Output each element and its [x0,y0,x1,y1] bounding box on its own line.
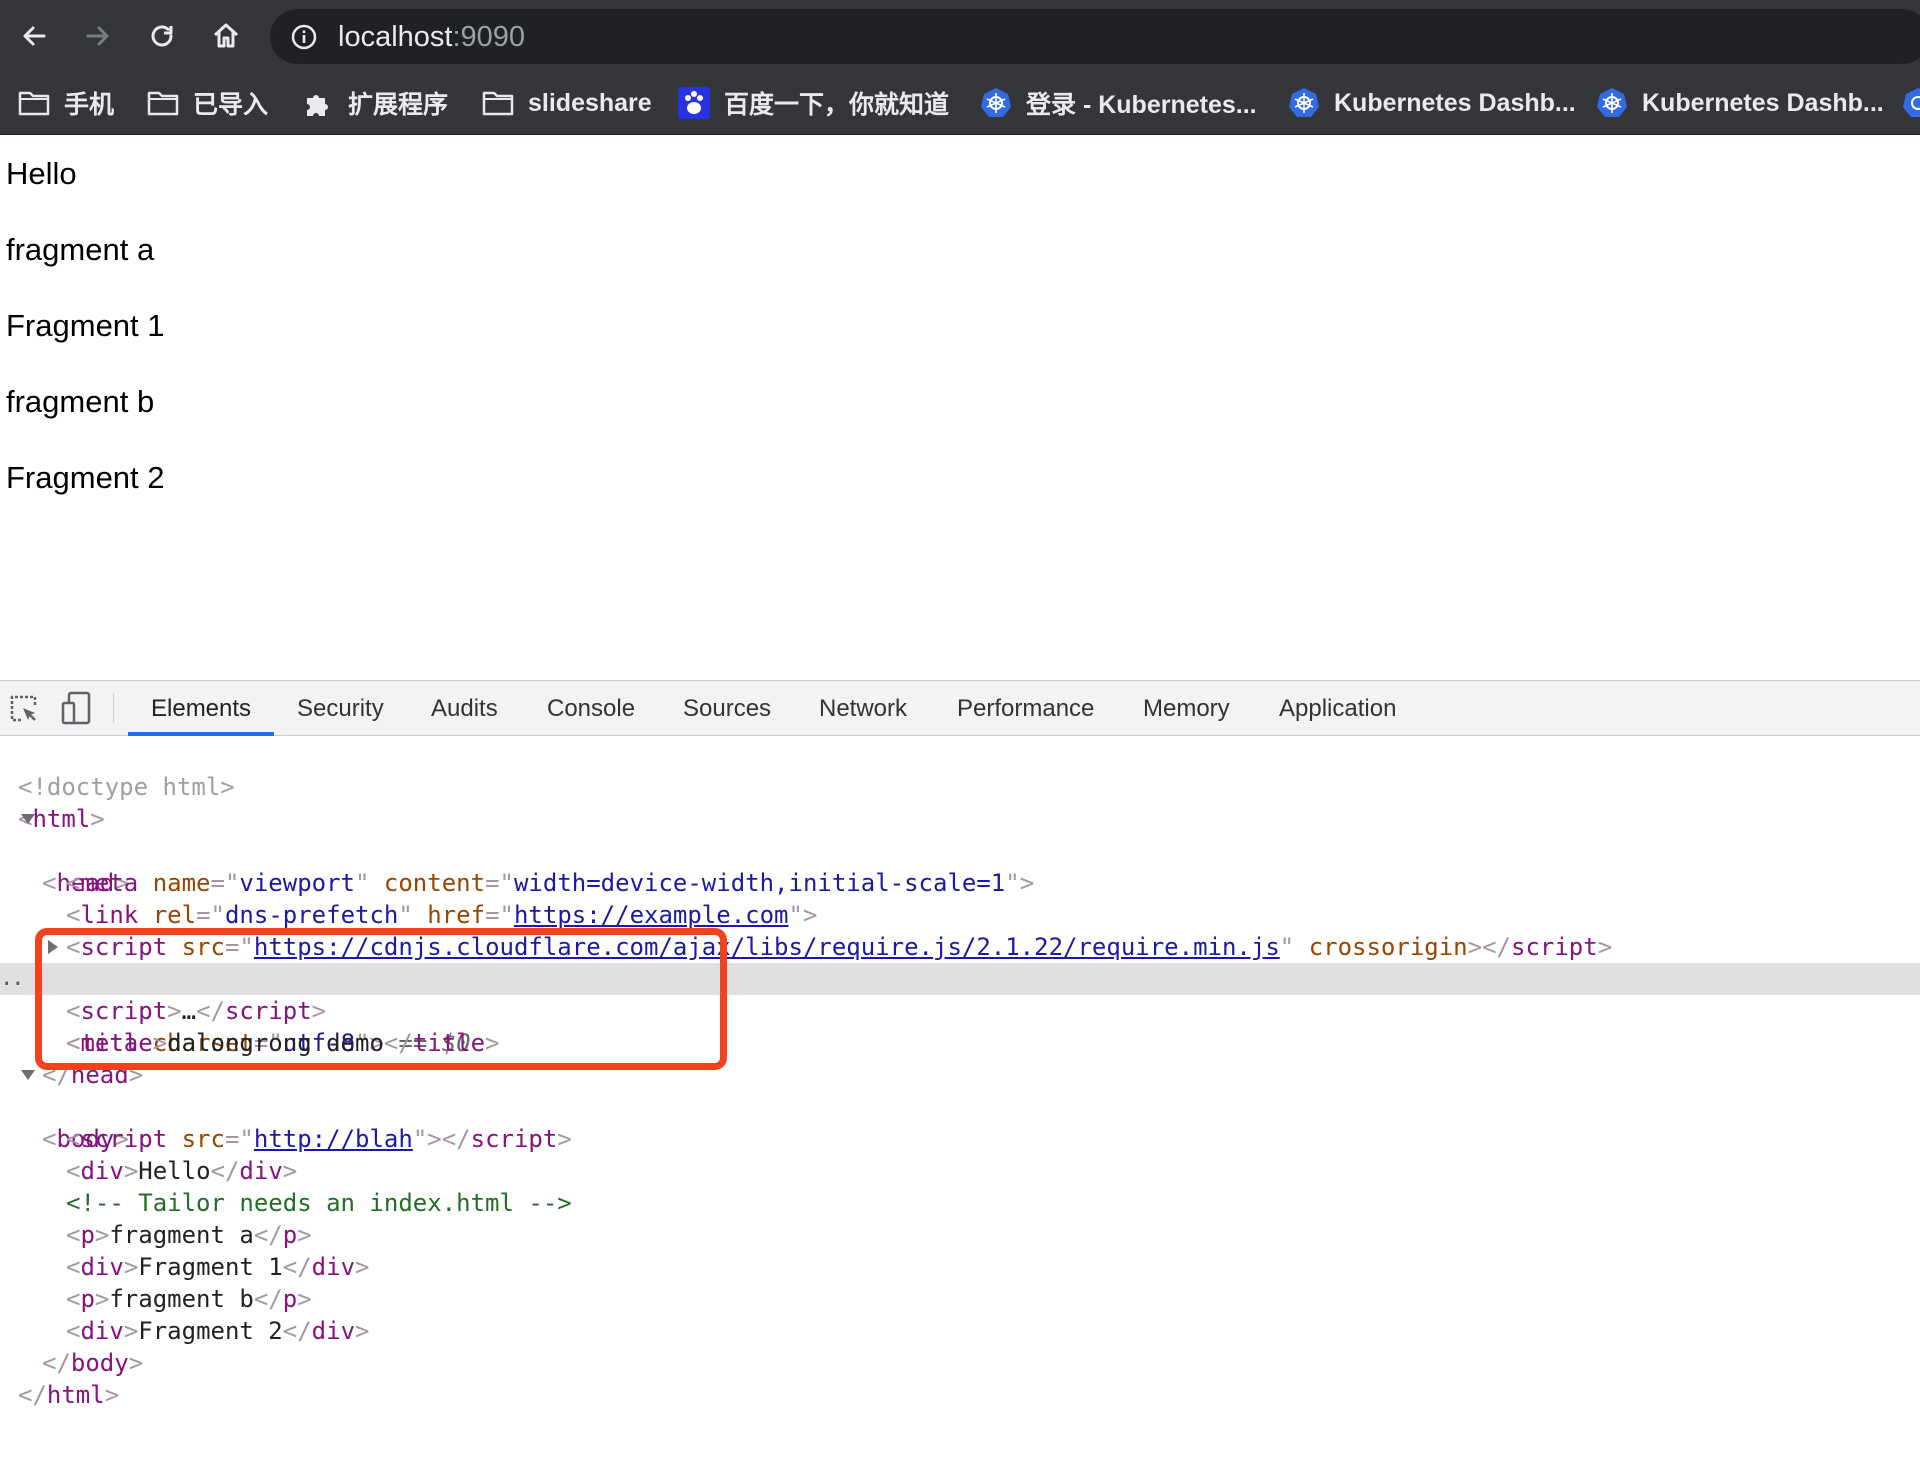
tab-security[interactable]: Security [297,681,384,736]
bookmark-label: 已导入 [193,91,269,119]
page-text-fragment-a: fragment a [6,232,155,267]
tab-application[interactable]: Application [1279,681,1396,736]
dom-node-meta-viewport[interactable]: <meta name="viewport" content="width=dev… [0,835,1920,897]
bookmarks-bar: 手机 已导入 扩展程序 slideshare 百度一下，你就知道 登录 - Ku… [0,73,1920,135]
dom-node-comment[interactable]: <!-- Tailor needs an index.html --> [0,1155,1920,1217]
forward-arrow-icon [86,26,109,46]
home-button[interactable] [204,14,248,58]
dom-node-script-collapsed[interactable]: <script>…</script> [0,931,1920,1025]
dom-node-title[interactable]: <title>dalongrong demo</title> [0,995,1920,1057]
url-text[interactable]: localhost:9090 [338,21,525,53]
dom-node-script-require[interactable]: <script src="https://cdnjs.cloudflare.co… [0,899,1920,961]
dom-node-script-blah[interactable]: <script src="http://blah"></script> [0,1091,1920,1153]
dom-node-div-fragment-2[interactable]: <div>Fragment 2</div> [0,1283,1920,1345]
url-host: localhost [338,21,453,53]
tab-audits[interactable]: Audits [431,681,498,736]
dom-node-head[interactable]: <head> [0,803,1920,897]
back-arrow-icon [23,26,46,46]
bookmark-label: 百度一下，你就知道 [724,91,950,119]
inspect-element-icon[interactable] [8,693,40,725]
bookmark-label: 扩展程序 [348,91,449,119]
bookmark-item[interactable]: Kubernetes Dashb... [1596,83,1884,123]
expand-arrow-icon[interactable] [48,940,58,954]
page-text-fragment-b: fragment b [6,384,155,419]
tab-sources[interactable]: Sources [683,681,771,736]
dom-node-p-fragment-a[interactable]: <p>fragment a</p> [0,1187,1920,1249]
dom-node-body-close[interactable]: </body> [0,1315,1920,1377]
page-text-fragment-1: Fragment 1 [6,308,165,343]
expand-arrow-icon[interactable] [21,814,35,824]
device-toolbar-icon[interactable] [60,691,92,725]
expand-arrow-icon[interactable] [21,1070,35,1080]
node-actions-ellipsis[interactable]: .. [0,963,24,995]
dom-node-head-close[interactable]: </head> [0,1027,1920,1089]
kubernetes-icon [1288,87,1320,119]
page-text-hello: Hello [6,156,77,191]
bookmark-label: Kubernetes Dashb... [1334,88,1576,117]
dom-node-doctype[interactable]: <!doctype html> [0,739,1920,801]
tab-console[interactable]: Console [547,681,635,736]
tab-memory[interactable]: Memory [1143,681,1230,736]
tab-elements[interactable]: Elements [151,681,251,736]
tab-network[interactable]: Network [819,681,907,736]
baidu-icon [678,87,710,119]
toolbar-divider [113,693,114,723]
tag-name: html [46,1381,105,1409]
puzzle-icon [302,87,334,119]
active-tab-indicator [128,732,274,736]
folder-icon [482,87,514,119]
dom-node-div-fragment-1[interactable]: <div>Fragment 1</div> [0,1219,1920,1281]
page-text-fragment-2: Fragment 2 [6,460,165,495]
back-button[interactable] [12,14,56,58]
bookmark-item[interactable]: 百度一下，你就知道 [678,83,949,123]
bookmark-item[interactable]: Kubernetes Dashb... [1288,83,1576,123]
dom-node-html[interactable]: <html> [0,771,1920,833]
reload-button[interactable] [140,14,184,58]
folder-icon [18,87,50,119]
bookmark-item[interactable]: 登录 - Kubernetes... [980,83,1257,123]
bookmark-label: 手机 [64,91,115,119]
dom-node-body[interactable]: <body> [0,1059,1920,1153]
tab-performance[interactable]: Performance [957,681,1094,736]
bookmark-label: Kubernetes Dashb... [1642,88,1884,117]
bookmark-item[interactable]: 手机 [18,83,114,123]
dom-node-html-close[interactable]: </html> [0,1347,1920,1409]
bookmark-overflow-item[interactable] [1902,83,1920,123]
forward-button[interactable] [76,14,120,58]
bookmark-label: slideshare [528,88,652,117]
dom-node-p-fragment-b[interactable]: <p>fragment b</p> [0,1251,1920,1313]
kubernetes-icon [980,87,1012,119]
bookmark-label: 登录 - Kubernetes... [1026,91,1257,119]
info-icon[interactable] [290,23,318,51]
address-bar[interactable]: localhost:9090 [270,9,1920,64]
home-icon [213,23,239,48]
bookmark-item[interactable]: 已导入 [147,83,268,123]
bookmark-item[interactable]: slideshare [482,83,652,123]
kubernetes-icon [1596,87,1628,119]
page-viewport: Hello fragment a Fragment 1 fragment b F… [0,136,1920,680]
folder-icon [147,87,179,119]
dom-tree: <!doctype html> <html> <head> <meta name… [0,737,1920,1458]
reload-icon [151,25,173,47]
devtools-toolbar: Elements Security Audits Console Sources… [0,681,1920,736]
dom-node-meta-charset[interactable]: .. <meta charset="utf-8"> == $0 [0,963,1920,1057]
browser-toolbar: localhost:9090 [0,0,1920,73]
dom-node-link[interactable]: <link rel="dns-prefetch" href="https://e… [0,867,1920,929]
dom-node-div-hello[interactable]: <div>Hello</div> [0,1123,1920,1185]
url-port: :9090 [452,21,526,53]
kubernetes-icon [1902,87,1920,119]
devtools-panel: Elements Security Audits Console Sources… [0,680,1920,1458]
bookmark-item[interactable]: 扩展程序 [302,83,448,123]
